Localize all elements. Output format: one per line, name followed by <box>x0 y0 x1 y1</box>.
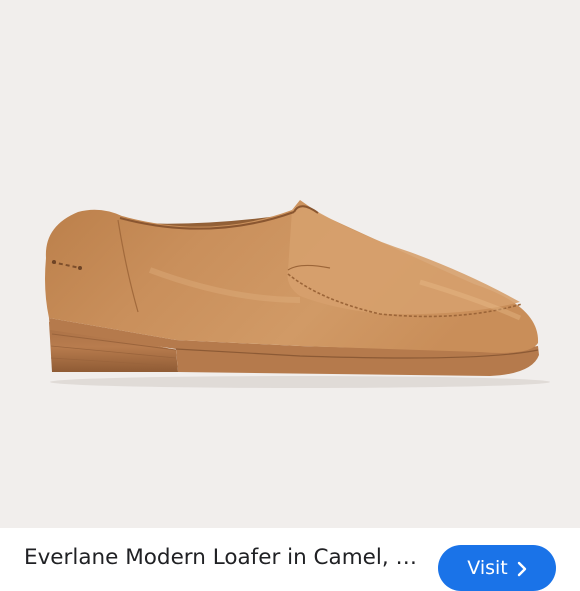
loafer-image <box>45 200 550 388</box>
product-image[interactable] <box>0 0 580 528</box>
product-title-text: Everlane Modern Loafer in Camel, <box>24 545 396 570</box>
product-title-continued: … <box>395 545 418 570</box>
chevron-right-icon <box>517 561 526 577</box>
product-title[interactable]: Everlane Modern Loafer in Camel, … <box>24 544 424 572</box>
visit-button-label: Visit <box>467 557 508 579</box>
visit-button[interactable]: Visit <box>438 545 556 591</box>
